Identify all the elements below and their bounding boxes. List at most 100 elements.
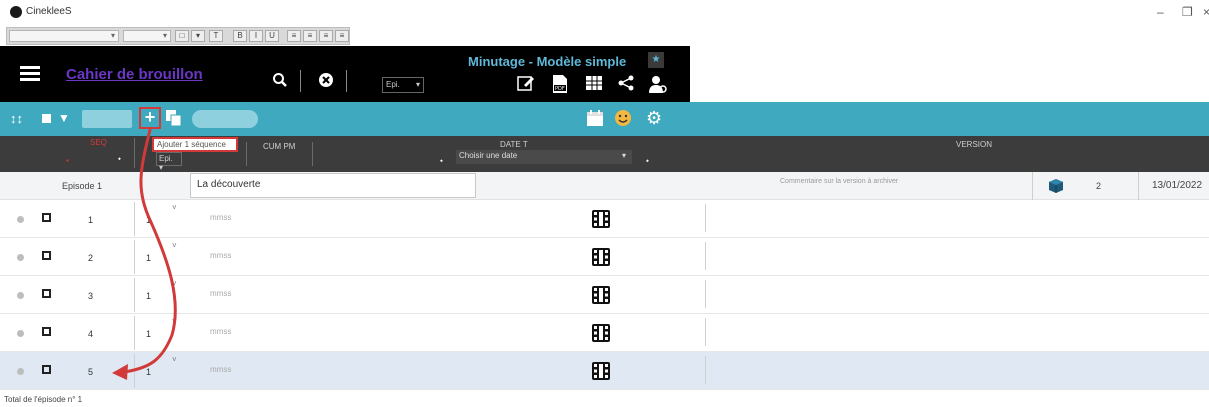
sort-select[interactable]	[192, 110, 258, 128]
row-episode[interactable]: 1	[146, 291, 151, 301]
column-version: VERSION	[956, 140, 993, 149]
restore-icon[interactable]: ❐	[1182, 5, 1193, 19]
row-checkbox[interactable]	[42, 289, 51, 298]
row-episode[interactable]: 1	[146, 215, 151, 225]
table-row[interactable]: 3 1 ˅ mmss	[0, 276, 1209, 314]
film-icon[interactable]	[591, 285, 611, 305]
expand-arrows-icon[interactable]: ↕↕	[10, 111, 23, 126]
column-date[interactable]: DATE T	[500, 140, 528, 149]
chevron-down-icon[interactable]: ˅	[172, 241, 177, 250]
select-all-checkbox[interactable]	[42, 114, 51, 123]
episode-name: Episode 1	[62, 181, 103, 191]
edit-icon[interactable]	[516, 74, 536, 94]
smiley-icon[interactable]	[614, 109, 632, 130]
minimize-icon[interactable]: –	[1157, 5, 1164, 19]
select-menu-icon[interactable]: ▼	[58, 111, 70, 125]
header-separator	[346, 70, 347, 92]
align-left-button[interactable]: ≡	[287, 30, 301, 42]
filter-input[interactable]	[82, 110, 132, 128]
row-number: 5	[88, 367, 94, 377]
film-icon[interactable]	[591, 361, 611, 381]
text-color-button[interactable]: T	[209, 30, 223, 42]
epi-filter[interactable]: Epi. ▾	[156, 152, 182, 172]
episode-row[interactable]: Episode 1 La découverte Commentaire sur …	[0, 172, 1209, 200]
copy-icon[interactable]	[165, 109, 183, 130]
header-blank-area	[690, 46, 1209, 102]
header-divider	[134, 138, 135, 168]
header-separator	[300, 70, 301, 92]
date-order-icon[interactable]: ⬩	[646, 156, 649, 166]
row-checkbox[interactable]	[42, 213, 51, 222]
table-row[interactable]: 2 1 ˅ mmss	[0, 238, 1209, 276]
bold-button[interactable]: B	[233, 30, 247, 42]
seq-marker: ▪	[66, 156, 69, 165]
epi-filter-label: Epi.	[159, 154, 173, 163]
chevron-down-icon[interactable]: ˅	[172, 317, 177, 326]
font-size-select[interactable]: ▾	[123, 30, 171, 42]
italic-button[interactable]: I	[249, 30, 263, 42]
align-center-button[interactable]: ≡	[303, 30, 317, 42]
archive-box-icon[interactable]	[1048, 178, 1064, 196]
column-seq[interactable]: SEQ	[90, 138, 107, 147]
gear-icon[interactable]: ⚙	[646, 108, 662, 129]
row-duration[interactable]: mmss	[210, 365, 231, 374]
share-icon[interactable]	[616, 74, 636, 94]
menu-icon[interactable]	[20, 66, 40, 82]
table-row[interactable]: 4 1 ˅ mmss	[0, 314, 1209, 352]
row-duration[interactable]: mmss	[210, 251, 231, 260]
episode-date: 13/01/2022	[1152, 180, 1203, 191]
add-sequence-button[interactable]: +	[139, 107, 161, 129]
episode-comment[interactable]: Commentaire sur la version à archiver	[780, 178, 898, 185]
column-cum-pm[interactable]: CUM PM	[263, 142, 295, 151]
row-checkbox[interactable]	[42, 327, 51, 336]
users-icon[interactable]	[648, 74, 668, 94]
date-sort-icon[interactable]: ⬩	[440, 156, 443, 166]
font-family-select[interactable]: ▾	[9, 30, 119, 42]
row-duration[interactable]: mmss	[210, 327, 231, 336]
border-button[interactable]: □	[175, 30, 189, 42]
pdf-icon[interactable]: PDF	[550, 74, 570, 94]
film-icon[interactable]	[591, 247, 611, 267]
calendar-icon[interactable]	[586, 109, 604, 130]
row-number: 2	[88, 253, 94, 263]
episode-select[interactable]: Epi. ▾	[382, 77, 424, 93]
row-duration[interactable]: mmss	[210, 213, 231, 222]
table-row-selected[interactable]: 5 1 ˅ mmss	[0, 352, 1209, 390]
align-justify-button[interactable]: ≡	[335, 30, 349, 42]
search-icon[interactable]	[272, 72, 288, 93]
episode-title-field[interactable]: La découverte	[190, 173, 476, 198]
cell-divider	[1138, 172, 1139, 200]
row-episode[interactable]: 1	[146, 253, 151, 263]
film-icon[interactable]	[591, 323, 611, 343]
chevron-down-icon[interactable]: ˅	[172, 355, 177, 364]
row-divider	[705, 242, 706, 270]
row-divider	[134, 316, 135, 350]
chevron-down-icon[interactable]: ˅	[172, 279, 177, 288]
star-icon[interactable]: ★	[648, 52, 664, 68]
row-number: 3	[88, 291, 94, 301]
row-episode[interactable]: 1	[146, 329, 151, 339]
row-checkbox[interactable]	[42, 365, 51, 374]
close-window-icon[interactable]: ×	[1203, 5, 1209, 19]
main-header: Cahier de brouillon Epi. ▾ Minutage - Mo…	[0, 46, 1209, 102]
underline-button[interactable]: U	[265, 30, 279, 42]
action-toolbar: ↕↕ ▼ ⚙	[0, 102, 1209, 136]
row-divider	[705, 280, 706, 308]
chevron-down-icon[interactable]: ˅	[172, 203, 177, 212]
row-duration[interactable]: mmss	[210, 289, 231, 298]
seq-sort-icon[interactable]: ⬩	[118, 154, 121, 164]
film-icon[interactable]	[591, 209, 611, 229]
table-row[interactable]: 1 1 ˅ mmss	[0, 200, 1209, 238]
table-icon[interactable]	[584, 74, 604, 94]
notebook-title[interactable]: Cahier de brouillon	[66, 66, 203, 83]
row-divider	[705, 318, 706, 346]
row-episode[interactable]: 1	[146, 367, 151, 377]
border-dropdown-button[interactable]: ▾	[191, 30, 205, 42]
close-circle-icon[interactable]	[318, 72, 334, 93]
date-select[interactable]: Choisir une date ▾	[456, 150, 632, 164]
align-right-button[interactable]: ≡	[319, 30, 333, 42]
row-checkbox[interactable]	[42, 251, 51, 260]
title-bar: CinekleeS – ❐ ×	[0, 0, 1209, 24]
app-title: CinekleeS	[26, 6, 72, 17]
add-sequence-tooltip: Ajouter 1 séquence	[152, 137, 238, 152]
